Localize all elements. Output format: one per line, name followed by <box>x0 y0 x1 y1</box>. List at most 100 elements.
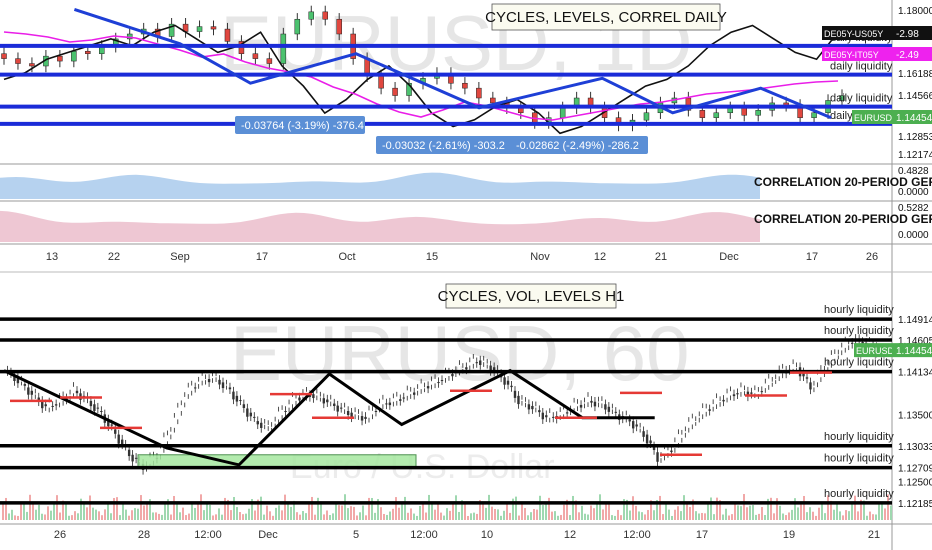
correlation-axis-zero: 0.0000 <box>898 187 929 198</box>
hourly-candle-body <box>552 416 555 418</box>
volume-bar <box>590 505 592 520</box>
volume-bar <box>44 514 46 520</box>
volume-bar <box>824 513 826 520</box>
volume-bar <box>341 505 343 520</box>
volume-bar <box>563 504 565 520</box>
volume-bar <box>533 508 535 520</box>
volume-bar <box>425 512 427 520</box>
top-x-tick: 26 <box>866 251 878 263</box>
hourly-candle-body <box>117 434 120 444</box>
volume-bar <box>488 494 490 520</box>
correlation-axis-max: 0.5282 <box>898 203 929 214</box>
volume-bar <box>635 505 637 520</box>
volume-bar <box>386 514 388 520</box>
volume-bar <box>746 507 748 520</box>
hourly-candle-body <box>767 378 770 386</box>
bottom-x-tick: 28 <box>138 529 150 541</box>
volume-bar <box>803 495 805 520</box>
hourly-candle-body <box>475 362 478 364</box>
hourly-candle-body <box>795 367 798 369</box>
volume-bar <box>56 495 58 520</box>
bottom-series-tag-name: EURUSD <box>856 346 895 356</box>
hourly-candle-body <box>249 412 253 417</box>
daily-liquidity-label: daily liquidity <box>830 93 893 105</box>
volume-bar <box>593 508 595 520</box>
volume-bar <box>689 506 691 520</box>
volume-bar <box>452 503 454 520</box>
hourly-candle-body <box>711 404 715 407</box>
volume-bar <box>752 505 754 520</box>
volume-bar <box>470 513 472 520</box>
volume-bar <box>398 507 400 520</box>
volume-bar <box>446 508 448 520</box>
volume-bar <box>71 515 73 520</box>
volume-bar <box>383 513 385 520</box>
volume-bar <box>509 512 511 520</box>
hourly-candle-body <box>534 406 538 408</box>
volume-bar <box>851 504 853 520</box>
volume-bar <box>344 494 346 520</box>
hourly-candle-body <box>847 344 850 346</box>
hourly-candle-body <box>604 404 607 410</box>
volume-bar <box>17 515 19 520</box>
hourly-candle-body <box>645 434 649 444</box>
volume-bar <box>581 505 583 520</box>
volume-bar <box>518 515 520 520</box>
volume-bar <box>230 510 232 520</box>
volume-bar <box>422 502 424 520</box>
hourly-candle-body <box>353 412 357 415</box>
hourly-candle-body <box>451 373 454 377</box>
hourly-candle-body <box>684 431 687 433</box>
volume-bar <box>20 504 22 520</box>
hourly-candle-body <box>649 440 652 444</box>
hourly-candle-body <box>246 408 249 417</box>
volume-bar <box>218 508 220 520</box>
volume-bar <box>551 511 553 520</box>
volume-bar <box>272 515 274 520</box>
hourly-candle-body <box>565 412 569 414</box>
volume-bar <box>653 510 655 520</box>
volume-bar <box>845 510 847 520</box>
daily-candle-body <box>71 50 77 62</box>
hourly-candle-body <box>562 409 565 415</box>
volume-bar <box>92 507 94 520</box>
hourly-candle-body <box>371 410 374 415</box>
volume-bar <box>500 515 502 520</box>
daily-candle-body <box>699 110 706 118</box>
volume-bar <box>254 510 256 520</box>
hourly-candle-body <box>725 393 729 398</box>
volume-bar <box>671 515 673 520</box>
hourly-candle-body <box>506 380 510 385</box>
hourly-candle-body <box>291 396 294 405</box>
hourly-candle-body <box>844 341 847 348</box>
volume-bar <box>140 495 142 520</box>
volume-bar <box>710 497 712 520</box>
volume-bar <box>491 506 493 520</box>
volume-bar <box>86 507 88 520</box>
bottom-x-tick: 5 <box>353 529 359 541</box>
hourly-candle-body <box>207 379 211 383</box>
volume-bar <box>779 505 781 520</box>
hourly-candle-body <box>837 354 840 356</box>
volume-bar <box>734 503 736 520</box>
top-x-tick: Nov <box>530 251 550 263</box>
hourly-candle-body <box>187 387 190 395</box>
daily-candle-body <box>57 55 63 62</box>
measurement-label: -0.02862 (-2.49%) -286.2 <box>516 140 639 152</box>
hourly-candle-body <box>235 395 239 402</box>
volume-bar <box>443 515 445 520</box>
volume-bar <box>440 512 442 520</box>
volume-bar <box>164 503 166 520</box>
volume-bar <box>287 503 289 520</box>
volume-bar <box>773 513 775 520</box>
volume-bar <box>14 515 16 520</box>
hourly-candle-body <box>538 410 541 413</box>
hourly-candle-body <box>75 390 79 394</box>
hourly-candle-body <box>315 393 319 396</box>
volume-bar <box>221 514 223 520</box>
hourly-candle-body <box>409 391 412 395</box>
volume-bar <box>485 507 487 520</box>
hourly-candle-body <box>479 360 482 365</box>
volume-bar <box>392 508 394 520</box>
volume-bar <box>326 510 328 520</box>
